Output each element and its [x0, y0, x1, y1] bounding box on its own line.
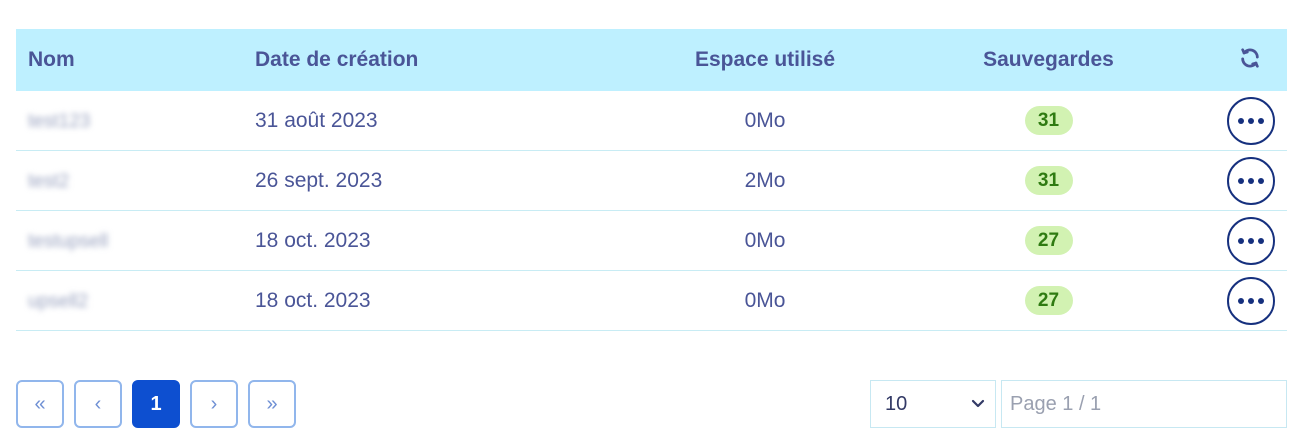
page-size-select[interactable]: 10: [870, 380, 996, 428]
saves-badge: 31: [1024, 106, 1073, 135]
row-date: 18 oct. 2023: [255, 288, 371, 312]
more-options-button[interactable]: [1227, 96, 1275, 145]
saves-badge: 31: [1024, 166, 1073, 195]
first-page-button[interactable]: «: [16, 380, 64, 428]
row-saves: 27: [933, 286, 1164, 315]
header-name[interactable]: Nom: [16, 48, 255, 72]
table-row: upsell2 18 oct. 2023 0Mo 27: [16, 271, 1287, 331]
row-saves: 31: [933, 106, 1164, 135]
more-options-icon: [1238, 297, 1244, 304]
more-options-button[interactable]: [1227, 156, 1275, 205]
current-page-button[interactable]: 1: [132, 380, 180, 428]
row-space: 0Mo: [744, 228, 786, 252]
page-info-field[interactable]: Page 1 / 1: [1001, 380, 1287, 428]
saves-badge: 27: [1024, 286, 1073, 315]
row-name: test123: [28, 110, 91, 132]
next-page-button[interactable]: ›: [190, 380, 238, 428]
pagination: « ‹ 1 › »: [16, 380, 296, 428]
prev-page-button[interactable]: ‹: [74, 380, 122, 428]
page-size-value: 10: [885, 392, 908, 415]
table-row: test123 31 août 2023 0Mo 31: [16, 91, 1287, 151]
row-space: 0Mo: [744, 108, 786, 132]
row-actions: [1164, 96, 1287, 145]
row-name: upsell2: [28, 290, 89, 312]
row-name: test2: [28, 170, 70, 192]
row-saves: 31: [933, 166, 1164, 195]
header-space[interactable]: Espace utilisé: [597, 48, 933, 72]
table-row: test2 26 sept. 2023 2Mo 31: [16, 151, 1287, 211]
row-actions: [1164, 276, 1287, 325]
more-options-button[interactable]: [1227, 216, 1275, 265]
header-date[interactable]: Date de création: [255, 48, 597, 72]
more-options-icon: [1238, 237, 1244, 244]
row-saves: 27: [933, 226, 1164, 255]
row-date: 26 sept. 2023: [255, 168, 383, 192]
row-date: 18 oct. 2023: [255, 228, 371, 252]
row-space: 2Mo: [744, 168, 786, 192]
refresh-icon[interactable]: [1239, 47, 1261, 73]
header-saves[interactable]: Sauvegardes: [933, 48, 1164, 72]
row-name: testupsell: [28, 230, 109, 252]
row-actions: [1164, 156, 1287, 205]
last-page-button[interactable]: »: [248, 380, 296, 428]
row-space: 0Mo: [744, 288, 786, 312]
table-row: testupsell 18 oct. 2023 0Mo 27: [16, 211, 1287, 271]
more-options-icon: [1238, 117, 1244, 124]
more-options-button[interactable]: [1227, 276, 1275, 325]
table-header: Nom Date de création Espace utilisé Sauv…: [16, 29, 1287, 91]
more-options-icon: [1238, 177, 1244, 184]
row-actions: [1164, 216, 1287, 265]
row-date: 31 août 2023: [255, 108, 378, 132]
saves-badge: 27: [1024, 226, 1073, 255]
backups-table: Nom Date de création Espace utilisé Sauv…: [16, 29, 1287, 331]
backup-list-panel: Nom Date de création Espace utilisé Sauv…: [0, 0, 1306, 442]
chevron-down-icon: [971, 396, 985, 413]
header-actions: [1164, 47, 1287, 73]
